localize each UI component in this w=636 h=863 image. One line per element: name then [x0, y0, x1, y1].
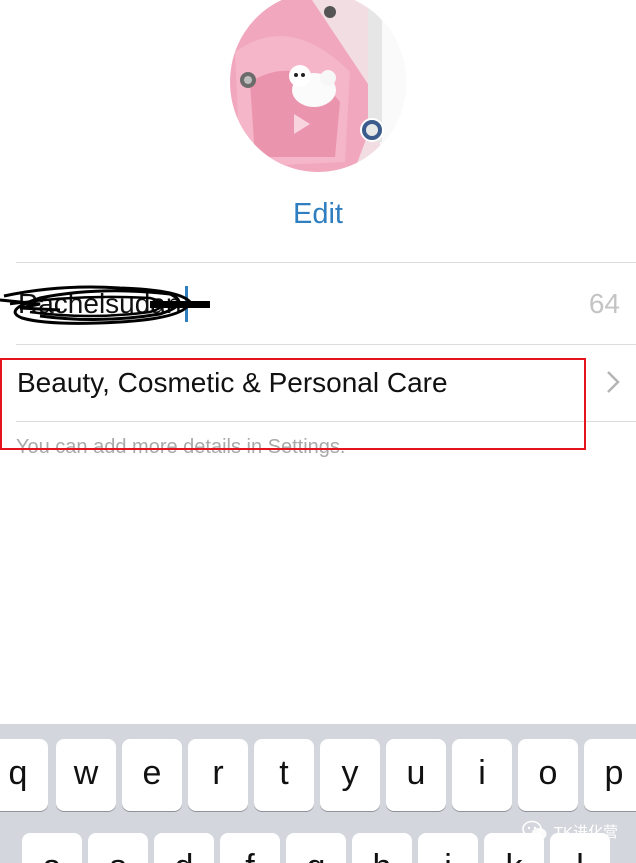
key-e[interactable]: e [122, 739, 182, 811]
key-o[interactable]: o [518, 739, 578, 811]
key-p[interactable]: p [584, 739, 636, 811]
divider [16, 262, 636, 263]
watermark: TK进化营 [522, 820, 618, 842]
key-y[interactable]: y [320, 739, 380, 811]
chevron-right-icon [607, 371, 620, 393]
key-j[interactable]: j [418, 833, 478, 863]
redaction-scribble [0, 285, 210, 325]
avatar-photo [230, 0, 406, 172]
key-w[interactable]: w [56, 739, 116, 811]
keyboard: q w e r t y u i o p a s d f g h j k l [0, 724, 636, 863]
key-a[interactable]: a [22, 833, 82, 863]
key-g[interactable]: g [286, 833, 346, 863]
char-count: 64 [588, 288, 620, 319]
key-d[interactable]: d [154, 833, 214, 863]
wechat-icon [522, 820, 547, 840]
edit-photo-link[interactable]: Edit [0, 198, 636, 231]
profile-avatar[interactable] [230, 0, 406, 172]
key-h[interactable]: h [352, 833, 412, 863]
name-field-row[interactable]: Rachelsudan 64 [0, 264, 636, 344]
key-r[interactable]: r [188, 739, 248, 811]
key-s[interactable]: s [88, 833, 148, 863]
key-u[interactable]: u [386, 739, 446, 811]
key-i[interactable]: i [452, 739, 512, 811]
highlight-annotation-box [0, 358, 586, 450]
key-f[interactable]: f [220, 833, 280, 863]
key-t[interactable]: t [254, 739, 314, 811]
key-q[interactable]: q [0, 739, 48, 811]
watermark-text: TK进化营 [553, 823, 618, 841]
